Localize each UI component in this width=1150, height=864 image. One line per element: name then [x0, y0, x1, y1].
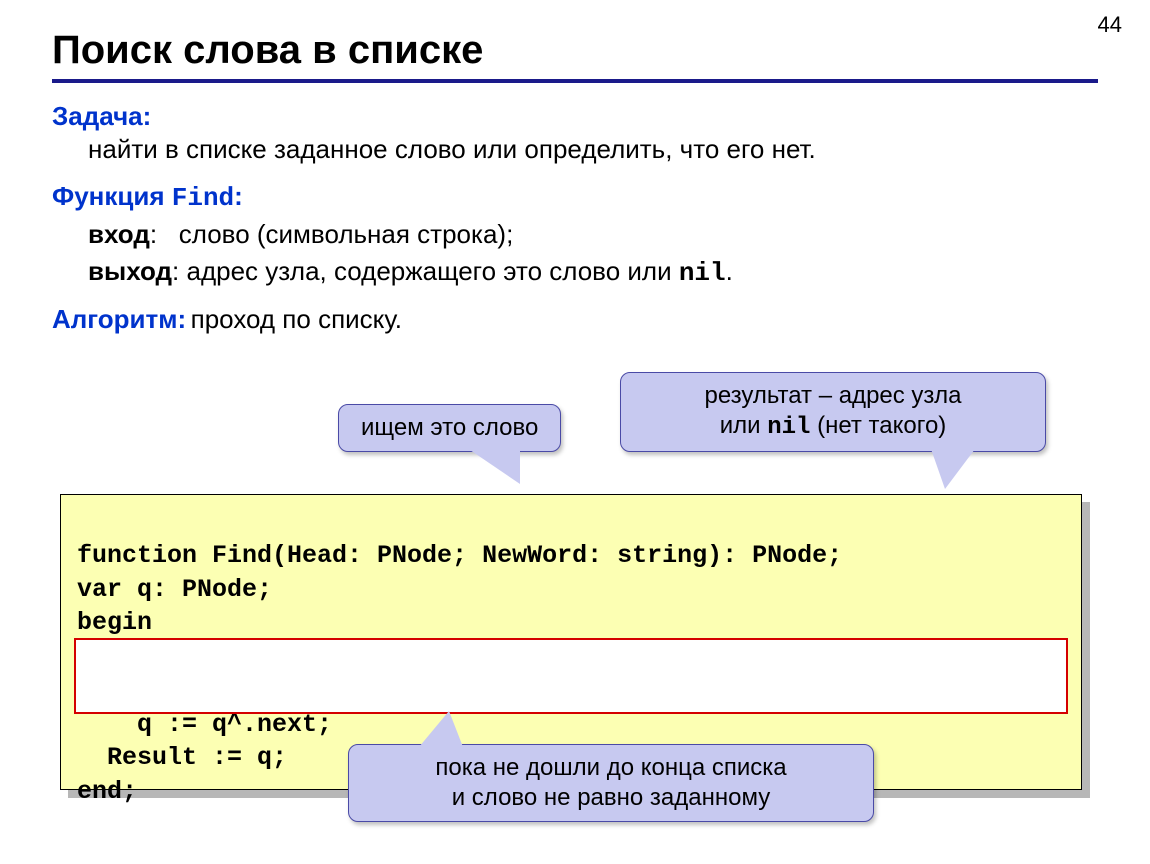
callout-loop-line2: и слово не равно заданному: [371, 783, 851, 813]
algorithm-label: Алгоритм:: [52, 304, 186, 334]
task-label: Задача:: [52, 101, 151, 131]
title-rule: [52, 79, 1098, 83]
page-number: 44: [1098, 12, 1122, 38]
function-name: Find: [172, 183, 234, 213]
input-text: слово (символьная строка);: [179, 219, 514, 249]
algorithm-text-value: проход по списку.: [191, 304, 402, 334]
callout-result: результат – адрес узла или nil (нет тако…: [620, 372, 1046, 452]
callout-result-nil: nil: [767, 414, 810, 441]
callout-result-line2-post: (нет такого): [810, 412, 946, 439]
callout-loop-line1: пока не дошли до конца списка: [371, 753, 851, 783]
code-line: end;: [77, 777, 137, 806]
highlight-box: [74, 638, 1068, 714]
callout-tail-icon: [470, 450, 520, 484]
callout-result-line2-pre: или: [720, 412, 767, 439]
output-row: выход: адрес узла, содержащего это слово…: [52, 256, 1098, 288]
callout-loop-condition: пока не дошли до конца списка и слово не…: [348, 744, 874, 822]
callout-tail-icon: [931, 449, 975, 489]
output-label: выход: [88, 256, 172, 286]
callout-result-line2: или nil (нет такого): [643, 411, 1023, 443]
output-colon: :: [172, 256, 186, 286]
input-colon: :: [150, 219, 179, 249]
slide-title: Поиск слова в списке: [52, 28, 1098, 73]
callout-result-line1: результат – адрес узла: [643, 381, 1023, 411]
input-row: вход: слово (символьная строка);: [52, 219, 1098, 250]
code-line: var q: PNode;: [77, 575, 272, 604]
code-line: Result := q;: [77, 743, 287, 772]
function-block: Функция Find: вход: слово (символьная ст…: [52, 181, 1098, 288]
function-label-prefix: Функция: [52, 181, 172, 211]
task-text: найти в списке заданное слово или опреде…: [52, 132, 1098, 167]
code-line: function Find(Head: PNode; NewWord: stri…: [77, 541, 842, 570]
output-text-pre: адрес узла, содержащего это слово или: [187, 256, 679, 286]
output-nil: nil: [679, 258, 726, 288]
code-line: begin: [77, 608, 152, 637]
callout-search-word: ищем это слово: [338, 404, 561, 452]
callout-search-text: ищем это слово: [361, 414, 538, 441]
input-label: вход: [88, 219, 150, 249]
callout-tail-icon: [419, 711, 463, 747]
algorithm-block: Алгоритм: проход по списку.: [52, 302, 1098, 337]
task-block: Задача: найти в списке заданное слово ил…: [52, 101, 1098, 167]
function-colon: :: [234, 181, 243, 211]
output-text-post: .: [726, 256, 733, 286]
slide: 44 Поиск слова в списке Задача: найти в …: [0, 0, 1150, 864]
